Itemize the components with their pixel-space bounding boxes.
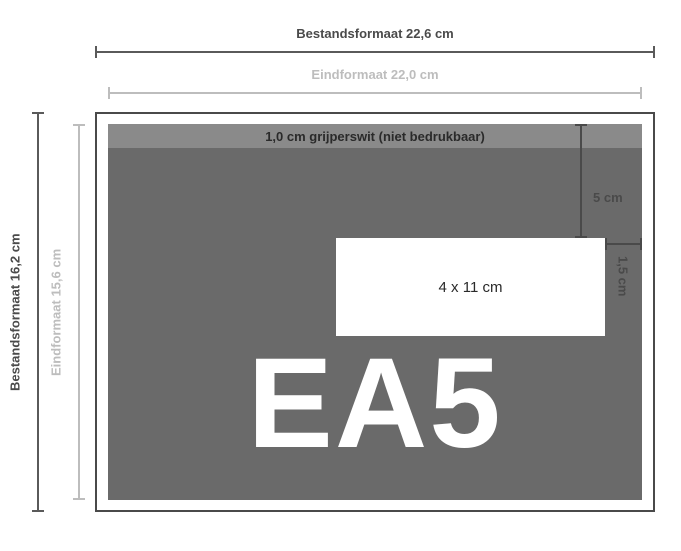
address-window: 4 x 11 cm [336, 238, 605, 336]
final-format-height-label: Eindformaat 15,6 cm [49, 124, 63, 500]
window-top-offset-bracket [575, 124, 587, 238]
file-format-height-bracket [32, 112, 44, 512]
window-top-offset-label: 5 cm [593, 190, 623, 205]
final-format-width-bracket [108, 87, 642, 99]
window-right-offset-label: 1,5 cm [616, 256, 630, 316]
gripper-white-band: 1,0 cm grijperswit (niet bedrukbaar) [108, 124, 642, 148]
final-format-height-bracket [73, 124, 85, 500]
window-size-text: 4 x 11 cm [439, 279, 503, 296]
diagram-container: Bestandsformaat 22,6 cm Eindformaat 22,0… [0, 0, 681, 551]
format-name: EA5 [108, 340, 642, 468]
window-right-offset-bracket [605, 238, 642, 250]
file-format-height-label: Bestandsformaat 16,2 cm [8, 112, 22, 512]
file-format-width-bracket [95, 46, 655, 58]
final-format-width-label: Eindformaat 22,0 cm [108, 67, 642, 82]
file-format-width-label: Bestandsformaat 22,6 cm [95, 26, 655, 41]
gripper-white-text: 1,0 cm grijperswit (niet bedrukbaar) [265, 129, 485, 144]
